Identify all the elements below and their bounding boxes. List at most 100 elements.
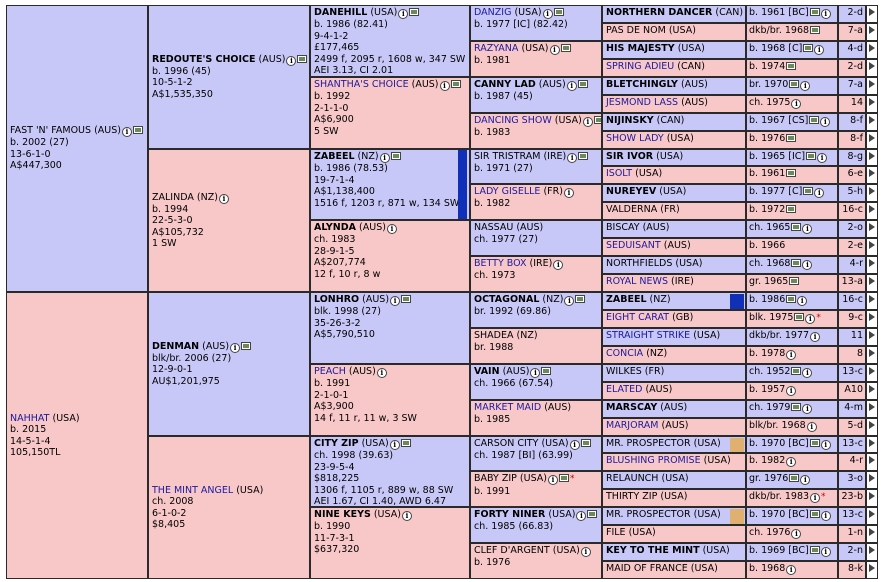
- expand-arrow-icon[interactable]: [866, 59, 878, 77]
- expand-arrow-icon[interactable]: [866, 561, 878, 579]
- info-icon[interactable]: [376, 368, 387, 378]
- horse-name-eight-carat[interactable]: EIGHT CARAT: [606, 312, 669, 323]
- expand-arrow-icon[interactable]: [866, 543, 878, 561]
- horse-name-redoute-s-choice[interactable]: REDOUTE'S CHOICE: [152, 54, 256, 65]
- info-icon[interactable]: [802, 404, 813, 414]
- info-icon[interactable]: [805, 314, 816, 324]
- info-icon[interactable]: [286, 55, 297, 66]
- horse-name-marscay[interactable]: MARSCAY: [606, 402, 657, 413]
- horse-name-valderna[interactable]: VALDERNA: [606, 204, 657, 215]
- photo-icon[interactable]: [132, 126, 143, 135]
- expand-arrow-icon[interactable]: [866, 23, 878, 41]
- horse-name-straight-strike[interactable]: STRAIGHT STRIKE: [606, 330, 690, 341]
- photo-icon[interactable]: [786, 169, 797, 177]
- photo-icon[interactable]: [390, 152, 401, 160]
- info-icon[interactable]: [820, 511, 831, 521]
- expand-arrow-icon[interactable]: [866, 220, 878, 238]
- horse-name-shantha-s-choice[interactable]: SHANTHA'S CHOICE: [314, 79, 409, 90]
- info-icon[interactable]: [553, 260, 564, 270]
- horse-name-show-lady[interactable]: SHOW LADY: [606, 133, 664, 144]
- horse-name-sir-tristram[interactable]: SIR TRISTRAM: [474, 151, 540, 162]
- photo-icon[interactable]: [809, 116, 820, 124]
- info-icon[interactable]: [218, 193, 229, 204]
- info-icon[interactable]: [820, 117, 831, 127]
- horse-name-razyana[interactable]: RAZYANA: [474, 43, 518, 54]
- photo-icon[interactable]: [810, 26, 821, 34]
- horse-name-zalinda[interactable]: ZALINDA: [152, 192, 194, 203]
- horse-name-the-mint-angel[interactable]: THE MINT ANGEL: [152, 485, 233, 496]
- horse-name-pas-de-nom[interactable]: PAS DE NOM: [606, 25, 666, 36]
- horse-name-vain[interactable]: VAIN: [474, 366, 500, 377]
- expand-arrow-icon[interactable]: [866, 149, 878, 166]
- horse-name-forty-niner[interactable]: FORTY NINER: [474, 509, 545, 520]
- horse-name-octagonal[interactable]: OCTAGONAL: [474, 294, 539, 305]
- horse-name-danzig[interactable]: DANZIG: [474, 7, 511, 18]
- expand-arrow-icon[interactable]: [866, 507, 878, 525]
- info-icon[interactable]: [582, 117, 593, 127]
- expand-arrow-icon[interactable]: [866, 328, 878, 346]
- expand-arrow-icon[interactable]: [866, 471, 878, 489]
- expand-arrow-icon[interactable]: [866, 202, 878, 220]
- info-icon[interactable]: [542, 9, 553, 19]
- expand-arrow-icon[interactable]: [866, 489, 878, 507]
- photo-icon[interactable]: [587, 510, 598, 518]
- info-icon[interactable]: [820, 547, 831, 557]
- photo-icon[interactable]: [809, 439, 820, 447]
- horse-name-bletchingly[interactable]: BLETCHINGLY: [606, 79, 678, 90]
- info-icon[interactable]: [802, 260, 813, 270]
- photo-icon[interactable]: [786, 205, 797, 213]
- horse-name-jesmond-lass[interactable]: JESMOND LASS: [606, 97, 678, 108]
- expand-arrow-icon[interactable]: [866, 95, 878, 113]
- horse-name-lonhro[interactable]: LONHRO: [314, 294, 359, 305]
- info-icon[interactable]: [121, 127, 132, 138]
- photo-icon[interactable]: [241, 341, 252, 350]
- photo-icon[interactable]: [791, 403, 802, 411]
- info-icon[interactable]: [576, 511, 587, 521]
- expand-arrow-icon[interactable]: [866, 400, 878, 418]
- expand-arrow-icon[interactable]: [866, 418, 878, 436]
- horse-name-thirty-zip[interactable]: THIRTY ZIP: [606, 491, 657, 502]
- horse-name-carson-city[interactable]: CARSON CITY: [474, 438, 538, 449]
- info-icon[interactable]: [379, 153, 390, 163]
- info-icon[interactable]: [810, 332, 821, 342]
- expand-arrow-icon[interactable]: [866, 41, 878, 59]
- expand-arrow-icon[interactable]: [866, 256, 878, 274]
- info-icon[interactable]: [786, 565, 797, 575]
- horse-name-market-maid[interactable]: MARKET MAID: [474, 402, 541, 413]
- horse-name-northern-dancer[interactable]: NORTHERN DANCER: [606, 7, 712, 18]
- info-icon[interactable]: [802, 368, 813, 378]
- expand-arrow-icon[interactable]: [866, 525, 878, 543]
- horse-name-royal-news[interactable]: ROYAL NEWS: [606, 276, 668, 287]
- photo-icon[interactable]: [794, 313, 805, 321]
- expand-arrow-icon[interactable]: [866, 5, 878, 23]
- expand-arrow-icon[interactable]: [866, 184, 878, 202]
- horse-name-dancing-show[interactable]: DANCING SHOW: [474, 115, 552, 126]
- info-icon[interactable]: [439, 81, 450, 91]
- horse-name-betty-box[interactable]: BETTY BOX: [474, 258, 527, 269]
- photo-icon[interactable]: [789, 474, 800, 482]
- info-icon[interactable]: [791, 529, 802, 539]
- horse-name-concia[interactable]: CONCIA: [606, 348, 643, 359]
- info-icon[interactable]: [786, 457, 797, 467]
- info-icon[interactable]: [230, 342, 241, 353]
- horse-name-shadea[interactable]: SHADEA: [474, 330, 514, 341]
- horse-name-key-to-the-mint[interactable]: KEY TO THE MINT: [606, 545, 700, 556]
- photo-icon[interactable]: [559, 474, 569, 482]
- expand-arrow-icon[interactable]: [866, 310, 878, 328]
- photo-icon[interactable]: [593, 116, 601, 124]
- info-icon[interactable]: [814, 188, 825, 198]
- info-icon[interactable]: [386, 224, 397, 234]
- horse-name-fast-n-famous[interactable]: FAST 'N' FAMOUS: [10, 125, 91, 136]
- horse-name-relaunch[interactable]: RELAUNCH: [606, 473, 658, 484]
- horse-name-nassau[interactable]: NASSAU: [474, 222, 513, 233]
- photo-icon[interactable]: [400, 439, 411, 447]
- photo-icon[interactable]: [786, 62, 797, 70]
- info-icon[interactable]: [569, 440, 580, 450]
- photo-icon[interactable]: [806, 152, 817, 160]
- horse-name-seduisant[interactable]: SEDUISANT: [606, 240, 661, 251]
- photo-icon[interactable]: [560, 44, 571, 52]
- horse-name-nureyev[interactable]: NUREYEV: [606, 186, 656, 197]
- horse-name-canny-lad[interactable]: CANNY LAD: [474, 79, 536, 90]
- photo-icon[interactable]: [809, 8, 820, 16]
- horse-name-nine-keys[interactable]: NINE KEYS: [314, 509, 371, 520]
